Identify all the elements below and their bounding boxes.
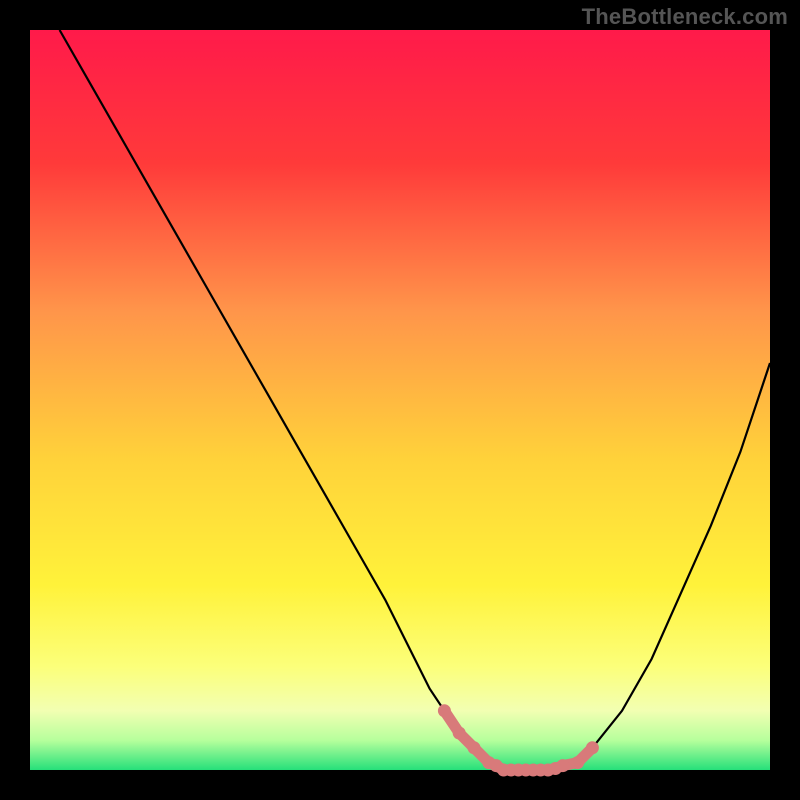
watermark-text: TheBottleneck.com: [582, 4, 788, 30]
plot-background: [30, 30, 770, 770]
plateau-dot: [571, 756, 584, 769]
bottleneck-chart: [0, 0, 800, 800]
plateau-dot: [556, 759, 569, 772]
plateau-dot: [468, 741, 481, 754]
plateau-dot: [438, 704, 451, 717]
plateau-dot: [453, 727, 466, 740]
plateau-dot: [586, 741, 599, 754]
chart-frame: TheBottleneck.com: [0, 0, 800, 800]
